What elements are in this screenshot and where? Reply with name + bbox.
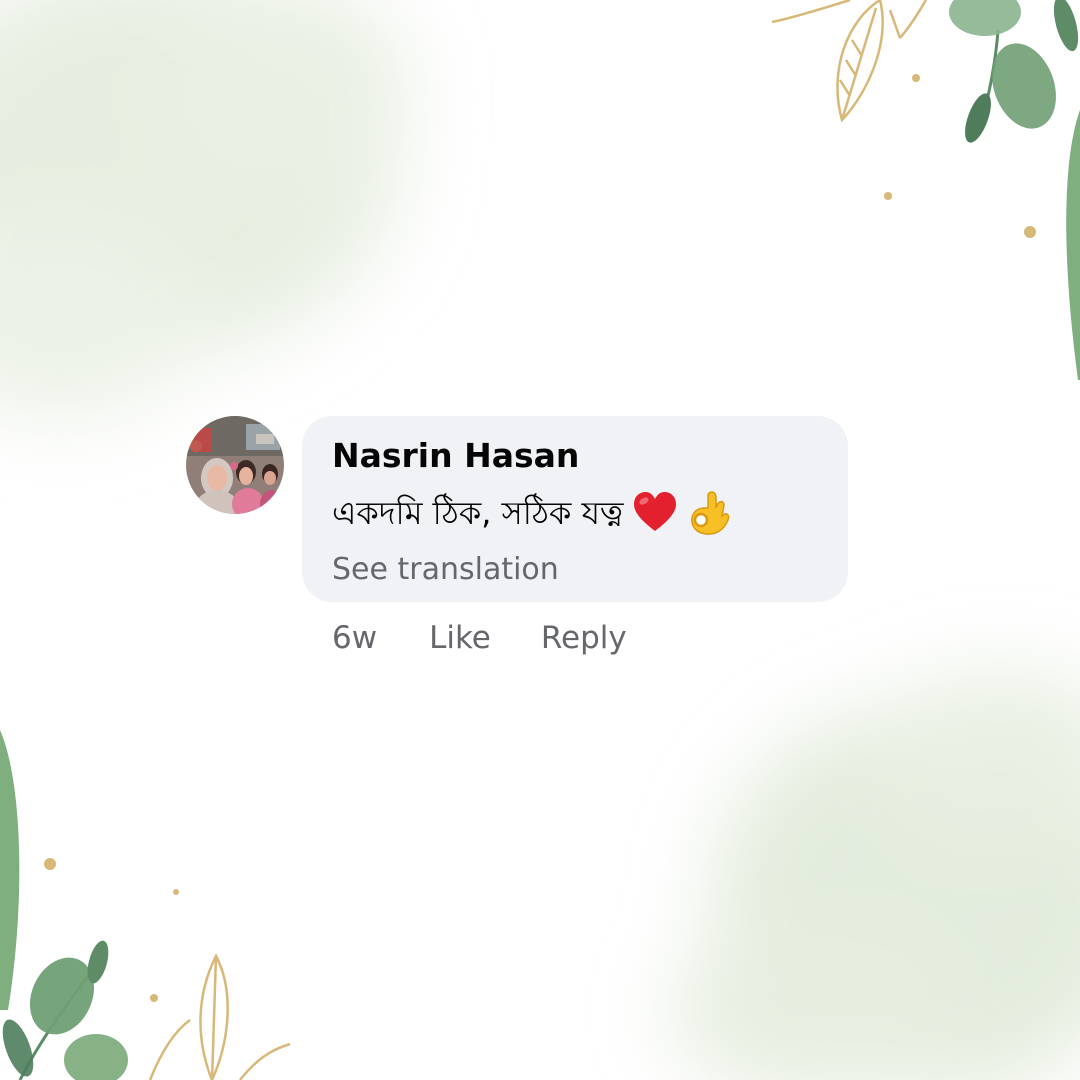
gold-leaf-top-right [771,0,928,123]
gold-leaf-bottom [148,953,291,1080]
eucalyptus-bottom-left [2,940,128,1080]
red-heart-icon [632,490,678,536]
reply-button[interactable]: Reply [541,620,627,656]
comment-bubble: Nasrin Hasan একদমি ঠিক, সঠিক যত্ন See tr… [302,416,848,602]
eucalyptus-top-right [949,0,1080,380]
comment-actions: 6w Like Reply [332,620,627,656]
comment-author[interactable]: Nasrin Hasan [332,434,820,478]
comment-body: একদমি ঠিক, সঠিক যত্ন [332,488,820,538]
avatar[interactable] [186,416,284,514]
like-button[interactable]: Like [429,620,491,656]
ok-hand-icon [686,490,732,536]
eucalyptus-left-edge [0,730,20,1010]
watercolor-wash-bottom-right [670,670,1080,1080]
comment-timestamp[interactable]: 6w [332,620,377,656]
comment-text: একদমি ঠিক, সঠিক যত্ন [332,494,624,532]
see-translation-link[interactable]: See translation [332,550,820,590]
watercolor-wash-top-left [0,0,410,420]
avatar-photo [186,416,284,514]
